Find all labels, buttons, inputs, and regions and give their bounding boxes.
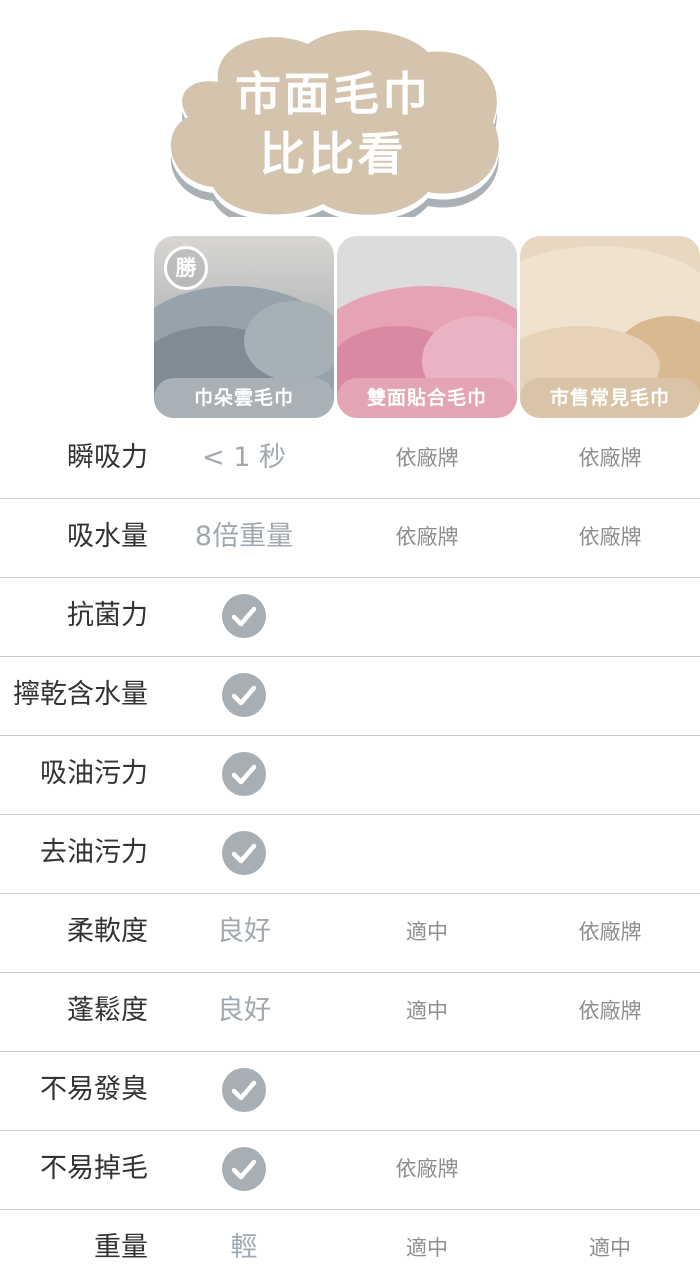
table-row: 去油污力 bbox=[0, 815, 700, 894]
common-towel-value: 依廠牌 bbox=[578, 446, 642, 470]
feature-label: 柔軟度 bbox=[67, 916, 148, 947]
feature-label: 抗菌力 bbox=[67, 600, 148, 631]
product-card-double-towel: 雙面貼合毛巾 bbox=[337, 236, 517, 418]
common-towel-value: 依廠牌 bbox=[578, 999, 642, 1023]
title-line-1: 市面毛巾 bbox=[235, 67, 431, 121]
table-row: 抗菌力 bbox=[0, 578, 700, 657]
feature-label: 不易發臭 bbox=[40, 1074, 148, 1105]
table-row: 柔軟度 良好 適中 依廠牌 bbox=[0, 894, 700, 973]
table-row: 擰乾含水量 bbox=[0, 657, 700, 736]
product-label-double-towel: 雙面貼合毛巾 bbox=[337, 378, 517, 418]
feature-label: 不易掉毛 bbox=[40, 1153, 148, 1184]
table-row: 吸油污力 bbox=[0, 736, 700, 815]
double-towel-value: 依廠牌 bbox=[395, 446, 459, 470]
product-card-common-towel: 市售常見毛巾 bbox=[520, 236, 700, 418]
feature-label: 蓬鬆度 bbox=[67, 995, 148, 1026]
cloud-towel-value: 8倍重量 bbox=[194, 521, 294, 552]
check-icon bbox=[222, 594, 266, 638]
table-row: 瞬吸力 < 1 秒 依廠牌 依廠牌 bbox=[0, 420, 700, 499]
table-row: 重量 輕 適中 適中 bbox=[0, 1210, 700, 1288]
table-row: 蓬鬆度 良好 適中 依廠牌 bbox=[0, 973, 700, 1052]
product-header: 勝 巾朵雲毛巾 雙面貼合毛巾 市售常見毛巾 bbox=[154, 236, 700, 420]
check-icon bbox=[222, 831, 266, 875]
title-cloud: 市面毛巾 比比看 bbox=[158, 22, 508, 217]
table-row: 吸水量 8倍重量 依廠牌 依廠牌 bbox=[0, 499, 700, 578]
feature-label: 擰乾含水量 bbox=[13, 679, 148, 710]
page-title: 市面毛巾 比比看 bbox=[158, 64, 508, 184]
product-label-common-towel: 市售常見毛巾 bbox=[520, 378, 700, 418]
title-line-2: 比比看 bbox=[259, 127, 407, 181]
common-towel-value: 依廠牌 bbox=[578, 525, 642, 549]
table-row: 不易掉毛 依廠牌 bbox=[0, 1131, 700, 1210]
feature-label: 瞬吸力 bbox=[67, 442, 148, 473]
feature-label: 吸油污力 bbox=[40, 758, 148, 789]
winner-badge-icon: 勝 bbox=[164, 246, 208, 290]
common-towel-value: 依廠牌 bbox=[578, 920, 642, 944]
check-icon bbox=[222, 1147, 266, 1191]
double-towel-value: 適中 bbox=[406, 999, 448, 1023]
check-icon bbox=[222, 752, 266, 796]
double-towel-value: 適中 bbox=[406, 1236, 448, 1260]
feature-label: 重量 bbox=[94, 1232, 148, 1263]
cloud-towel-value: 良好 bbox=[217, 995, 271, 1026]
double-towel-value: 依廠牌 bbox=[395, 1157, 459, 1181]
double-towel-value: 依廠牌 bbox=[395, 525, 459, 549]
feature-label: 吸水量 bbox=[67, 521, 148, 552]
feature-label: 去油污力 bbox=[40, 837, 148, 868]
comparison-table: 瞬吸力 < 1 秒依廠牌 依廠牌 吸水量 8倍重量 依廠牌 依廠牌 抗菌力 擰乾含水量 吸油污力去… bbox=[0, 420, 700, 1288]
check-icon bbox=[222, 1068, 266, 1112]
cloud-towel-value: 良好 bbox=[217, 916, 271, 947]
common-towel-value: 適中 bbox=[589, 1236, 631, 1260]
check-icon bbox=[222, 673, 266, 717]
product-card-cloud-towel: 勝 巾朵雲毛巾 bbox=[154, 236, 334, 418]
cloud-towel-value: 輕 bbox=[230, 1232, 258, 1263]
product-label-cloud-towel: 巾朵雲毛巾 bbox=[154, 378, 334, 418]
table-row: 不易發臭 bbox=[0, 1052, 700, 1131]
cloud-towel-value: < 1 秒 bbox=[202, 442, 286, 473]
double-towel-value: 適中 bbox=[406, 920, 448, 944]
